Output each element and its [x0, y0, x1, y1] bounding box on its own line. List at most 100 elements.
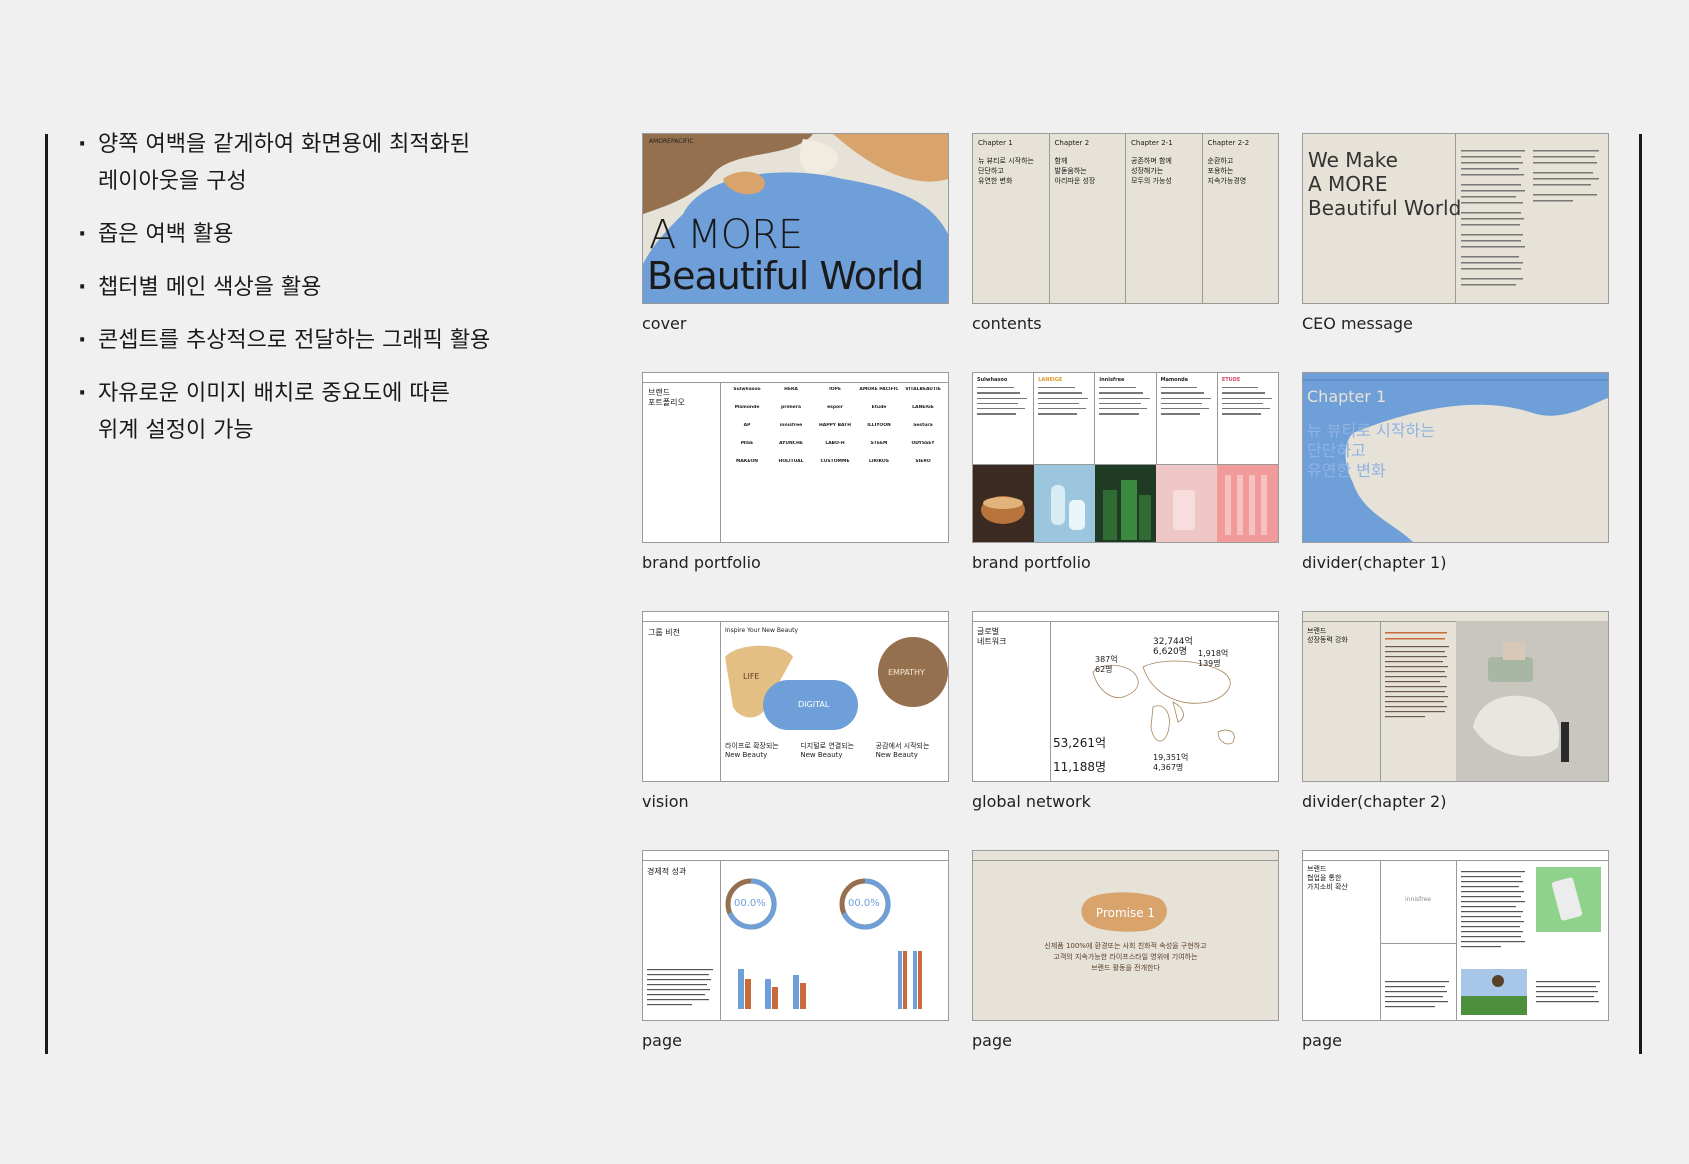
right-margin-rule — [1639, 134, 1642, 1054]
left-margin-rule — [45, 134, 48, 1054]
economic-page-preview: 경제적 성과 00.0% 00.0% — [642, 850, 949, 1021]
thumbnail-caption: divider(chapter 2) — [1302, 792, 1447, 811]
text-line-placeholder — [1160, 397, 1211, 399]
network-stat: 62명 — [1095, 665, 1113, 674]
brand-logo: Mamonde — [734, 405, 760, 410]
promise-text: 신제품 100%에 환경또는 사회 친화적 속성을 구현하고 고객의 지속가능한… — [1044, 942, 1207, 972]
bullet-item: 좁은 여백 활용 — [78, 216, 598, 253]
brand-logo: ILLIYOON — [867, 423, 891, 428]
vision-column: 라이프로 확장되는 New Beauty — [725, 742, 779, 759]
brand-column: LANEIGE — [1034, 373, 1096, 464]
bullet-item: 콘셉트를 추상적으로 전달하는 그래픽 활용 — [78, 322, 598, 359]
thumbnail-page-economic[interactable]: 경제적 성과 00.0% 00.0% page — [642, 850, 949, 1050]
brand-logo: innisfree — [779, 423, 803, 428]
thumbnail-caption: vision — [642, 792, 689, 811]
divider-chapter2-preview: 브랜드 성장동력 강화 — [1302, 611, 1609, 782]
bullet-text: 자유로운 이미지 배치로 중요도에 따른 위계 설정이 가능 — [98, 381, 450, 443]
text-line-placeholder — [1160, 387, 1198, 389]
brand-column: Sulwhasoo — [973, 373, 1035, 464]
thumbnail-cover[interactable]: AMOREPACIFIC A MORE Beautiful World cove… — [642, 133, 949, 333]
promise-page-preview: Promise 1 신제품 100%에 환경또는 사회 친화적 속성을 구현하고… — [972, 850, 1279, 1021]
brand-logo: IOPE — [829, 387, 841, 392]
thumbnail-global-network[interactable]: 글로벌 네트워크 32,744억 6,620명 1,918억 139명 387억… — [972, 611, 1279, 811]
thumbnail-caption: divider(chapter 1) — [1302, 553, 1447, 572]
thumbnail-vision[interactable]: 그룹 비전 Inspire Your New Beauty LIFE DIGIT… — [642, 611, 949, 811]
brand-logo: aestura — [913, 423, 933, 428]
brand-logo: AP — [743, 423, 751, 428]
text-line-placeholder — [977, 402, 1019, 405]
text-line-placeholder — [1099, 397, 1150, 399]
text-line-placeholder — [1221, 387, 1259, 389]
thumbnail-page-collab[interactable]: 브랜드 협업을 통한 가치소비 확산 innisfree page — [1302, 850, 1609, 1050]
brand-logo: MISE — [740, 441, 754, 446]
network-stat: 139명 — [1198, 659, 1221, 668]
text-line-placeholder — [1099, 408, 1148, 410]
contents-column: Chapter 2-2 순환하고 포용하는 지속가능경영 — [1203, 134, 1279, 303]
vision-column: 공감에서 시작되는 New Beauty — [875, 742, 930, 759]
brand-logo-grid: Sulwhasoo HERA IOPE AMORE PACIFIC VITALBEAUT… — [725, 387, 945, 464]
brand-logo: VITALBEAUTIE — [905, 387, 941, 392]
contents-column-head: Chapter 2-1 — [1131, 139, 1173, 147]
vision-column: 디지털로 연결되는 New Beauty — [800, 742, 855, 759]
vision-shape-label: LIFE — [743, 672, 760, 681]
brand-product-photos — [973, 465, 1278, 542]
divider-chapter1-preview: Chapter 1 뉴 뷰티로 시작하는 단단하고 유연한 변화 — [1302, 372, 1609, 543]
contents-column-body: 공존하며 함께 성장해가는 모두의 가능성 — [1131, 157, 1172, 185]
divider2-photo — [1385, 621, 1608, 781]
collab-page-preview: 브랜드 협업을 통한 가치소비 확산 innisfree — [1302, 850, 1609, 1021]
thumbnail-divider-chapter2[interactable]: 브랜드 성장동력 강화 divider(chapter 2) — [1302, 611, 1609, 811]
divider-chapter-title: 뉴 뷰티로 시작하는 단단하고 유연한 변화 — [1307, 421, 1435, 480]
cover-header: AMOREPACIFIC — [649, 138, 694, 145]
thumbnail-caption: CEO message — [1302, 314, 1413, 333]
cover-preview: AMOREPACIFIC A MORE Beautiful World — [642, 133, 949, 304]
brand-logo: HAPPY BATH — [818, 423, 852, 428]
network-stat: 53,261억 — [1053, 736, 1107, 750]
text-line-placeholder — [977, 387, 1014, 389]
text-line-placeholder — [1221, 408, 1270, 410]
bullet-text: 좁은 여백 활용 — [98, 222, 234, 247]
network-stat: 6,620명 — [1153, 647, 1188, 657]
brand-logo: ODYSSEY — [911, 441, 935, 446]
brand-logo: Etude — [871, 405, 887, 410]
text-line-placeholder — [1038, 387, 1075, 389]
thumbnail-caption: page — [972, 1031, 1012, 1050]
text-line-placeholder — [1160, 413, 1200, 415]
text-line-placeholder — [1221, 402, 1264, 405]
contents-column-body: 함께 발돋움하는 아리따운 성장 — [1054, 157, 1096, 185]
text-line-placeholder — [1038, 402, 1080, 405]
brand-logo: STEEM — [870, 441, 888, 446]
thumbnail-page-promise[interactable]: Promise 1 신제품 100%에 환경또는 사회 친화적 속성을 구현하고… — [972, 850, 1279, 1050]
thumbnail-divider-chapter1[interactable]: Chapter 1 뉴 뷰티로 시작하는 단단하고 유연한 변화 divider… — [1302, 372, 1609, 572]
bullet-item: 양쪽 여백을 같게하여 화면용에 최적화된 레이아웃을 구성 — [78, 126, 598, 200]
brand-portfolio-photos-preview: Sulwhasoo LANEIGE innisfree Mamonde ETUDE — [972, 372, 1279, 543]
contents-column-head: Chapter 1 — [978, 139, 1013, 147]
vision-preview: 그룹 비전 Inspire Your New Beauty LIFE DIGIT… — [642, 611, 949, 782]
thumbnail-caption: cover — [642, 314, 687, 333]
bullet-list: 양쪽 여백을 같게하여 화면용에 최적화된 레이아웃을 구성 좁은 여백 활용 … — [78, 126, 598, 465]
brand-column-title: LANEIGE — [1038, 377, 1063, 383]
thumbnail-ceo-message[interactable]: We Make A MORE Beautiful World CEO messa… — [1302, 133, 1609, 333]
bullet-text: 양쪽 여백을 같게하여 화면용에 최적화된 레이아웃을 구성 — [98, 132, 471, 194]
brand-logo: Sulwhasoo — [733, 387, 761, 392]
collab-photos — [1385, 867, 1601, 1015]
thumbnail-brand-portfolio-photos[interactable]: Sulwhasoo LANEIGE innisfree Mamonde ETUDE br… — [972, 372, 1279, 572]
thumbnail-brand-portfolio-logos[interactable]: 브랜드 포트폴리오 Sulwhasoo HERA IOPE AMORE PACIFIC… — [642, 372, 949, 572]
brand-column: Mamonde — [1157, 373, 1218, 464]
bullet-text: 챕터별 메인 색상을 활용 — [98, 275, 322, 300]
text-line-placeholder — [977, 408, 1026, 410]
contents-column-head: Chapter 2-2 — [1207, 139, 1250, 147]
text-line-placeholder — [1160, 392, 1204, 394]
cover-title-line2: Beautiful World — [647, 254, 924, 298]
contents-column-body: 뉴 뷰티로 시작하는 단단하고 유연한 변화 — [978, 157, 1034, 185]
brand-column-title: innisfree — [1099, 377, 1125, 383]
text-line-placeholder — [1099, 402, 1141, 405]
brand-column-title: ETUDE — [1221, 377, 1241, 383]
text-line-placeholder — [1221, 392, 1266, 394]
thumbnail-contents[interactable]: Chapter 1 뉴 뷰티로 시작하는 단단하고 유연한 변화 Chapter… — [972, 133, 1279, 333]
text-line-placeholder — [1038, 397, 1089, 399]
bullet-item: 자유로운 이미지 배치로 중요도에 따른 위계 설정이 가능 — [78, 375, 598, 449]
brand-portfolio-logos-preview: 브랜드 포트폴리오 Sulwhasoo HERA IOPE AMORE PACIFIC… — [642, 372, 949, 543]
contents-column: Chapter 2-1 공존하며 함께 성장해가는 모두의 가능성 — [1126, 134, 1203, 303]
brand-logo: MAKEON — [735, 459, 759, 464]
brand-logo: primera — [781, 405, 801, 410]
